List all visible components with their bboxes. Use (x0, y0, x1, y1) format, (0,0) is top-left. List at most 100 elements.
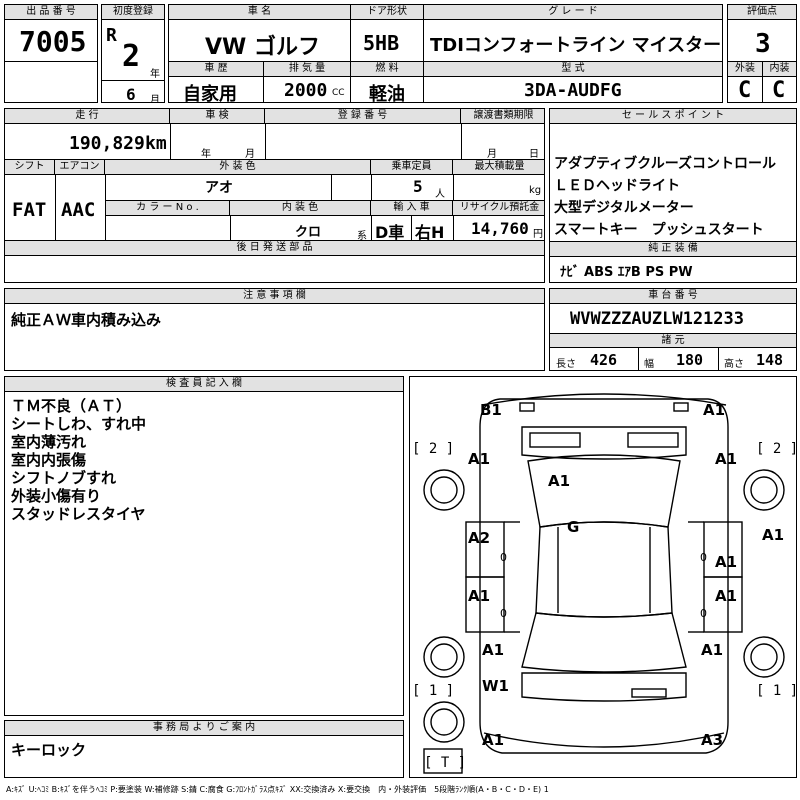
registration-month: 6 (126, 85, 136, 103)
chassis-box: 車 台 番 号 WVWZZZAUZLW121233 諸 元 長さ 426 幅 1… (549, 288, 797, 371)
mark-front-bumper-left: B1 (480, 401, 502, 419)
import-label: 輸 入 車 (371, 201, 453, 216)
year-unit: 年 (150, 69, 160, 80)
score: 3 (755, 29, 771, 59)
lot-number: 7005 (19, 25, 87, 58)
model-label: 型 式 (424, 62, 722, 77)
chassis-label: 車 台 番 号 (550, 289, 796, 304)
month-unit: 月 (150, 95, 160, 103)
transfer-day-unit: 日 (529, 149, 539, 160)
ac-label: エアコン (55, 160, 105, 175)
spare-tire-label: [ T ] (424, 755, 467, 771)
door-type: 5HB (363, 31, 400, 55)
dimensions-label: 諸 元 (550, 334, 796, 348)
office-text: キーロック (11, 741, 87, 759)
caution-box: 注 意 事 項 欄 純正ＡＷ車内積み込み (4, 288, 545, 371)
history-box: 車 歴 自家用 (168, 61, 264, 103)
grade-box: グ レ ー ド TDIコンフォートライン マイスター (423, 4, 723, 62)
damage-legend: A:ｷｽﾞ U:ﾍｺﾐ B:ｷｽﾞを伴うﾍｺﾐ P:要塗装 W:補修跡 S:錆 … (6, 785, 549, 794)
mileage-unit: km (145, 133, 167, 154)
max-load-unit: kg (529, 185, 542, 196)
mark-rear-door-right: A1 (715, 587, 738, 605)
displacement-box: 排 気 量 2000 CC (263, 61, 351, 103)
inspector-notes-label: 検 査 員 記 入 欄 (5, 377, 403, 392)
door-box: ドア形状 5HB (350, 4, 424, 62)
recycle-fee: 14,760 (471, 219, 529, 238)
score-box: 評価点 3 (727, 4, 797, 62)
mark-front-fender-left: A1 (468, 450, 491, 468)
mark-rear-bumper-left: A1 (482, 731, 505, 749)
sales-point-3: 大型デジタルメーター (554, 200, 694, 216)
score-label: 評価点 (728, 5, 796, 20)
length: 426 (590, 351, 618, 369)
grade-label: グ レ ー ド (424, 5, 722, 20)
mark-front-door-right: A1 (715, 553, 738, 571)
capacity: 5 (413, 177, 423, 196)
recycle-label: リサイクル預託金 (453, 201, 544, 216)
mark-hood: A1 (548, 472, 571, 490)
model: 3DA-AUDFG (524, 80, 622, 101)
mark-windshield: G (567, 518, 580, 536)
damage-diagram-box: [ 2 ] [ 2 ] [ 1 ] [ 1 ] [ T ] B1 A1 A1 A… (409, 376, 797, 778)
interior-color-label: 内 装 色 (230, 201, 371, 216)
era: R (106, 25, 117, 46)
spec-block: 走 行 車 検 登 録 番 号 譲渡書類期限 190,829 km 年 月 月 … (4, 108, 545, 283)
lot-blank-box (4, 61, 98, 103)
mark-pillar-right: A1 (762, 526, 785, 544)
shift: FAT (12, 199, 47, 221)
exterior-grade: C (738, 78, 752, 103)
registration-year: 2 (122, 39, 141, 74)
mark-rear-fender-right: A1 (701, 641, 724, 659)
displacement: 2000 (284, 80, 328, 101)
sales-point-box: セ ー ル ス ポ イ ン ト アダプティブクルーズコントロール ＬＥＤヘッドラ… (549, 108, 797, 283)
fuel: 軽油 (369, 84, 405, 103)
fuel-box: 燃 料 軽油 (350, 61, 424, 103)
zero-mark-right-rear: 0 (700, 607, 707, 620)
mark-rear-wheel-left: W1 (482, 677, 509, 695)
mileage-label: 走 行 (5, 109, 170, 124)
first-registration-label: 初度登録 (102, 5, 164, 20)
model-box: 型 式 3DA-AUDFG (423, 61, 723, 103)
width-label: 幅 (644, 359, 654, 370)
door-label: ドア形状 (351, 5, 423, 20)
inspector-note-7: スタッドレスタイヤ (11, 505, 146, 523)
tire-rear-left-label: [ 1 ] (412, 683, 455, 699)
sales-point-1: アダプティブクルーズコントロール (554, 156, 777, 172)
displacement-label: 排 気 量 (264, 62, 350, 77)
car-outline-diagram (423, 393, 785, 774)
exterior-color: アオ (205, 180, 233, 196)
chassis-number: WVWZZZAUZLW121233 (570, 309, 744, 329)
length-label: 長さ (556, 359, 576, 370)
exterior-grade-box: 外装 C (727, 61, 763, 103)
plate-label: 登 録 番 号 (265, 109, 461, 124)
inspection-label: 車 検 (170, 109, 265, 124)
height-label: 高さ (724, 359, 744, 370)
transfer-month-unit: 月 (487, 149, 497, 160)
mark-rear-bumper-right: A3 (701, 731, 724, 749)
mark-front-fender-right: A1 (715, 450, 738, 468)
exterior-label: 外装 (728, 62, 762, 77)
history-label: 車 歴 (169, 62, 263, 77)
later-parts-label: 後 日 発 送 部 品 (5, 241, 544, 256)
zero-mark-left-front: 0 (500, 551, 507, 564)
height: 148 (756, 351, 784, 369)
tire-rear-right-label: [ 1 ] (756, 683, 797, 699)
inspection-month-unit: 月 (245, 149, 255, 160)
transfer-label: 譲渡書類期限 (461, 109, 544, 124)
recycle-unit: 円 (533, 229, 543, 240)
car-name: VW ゴルフ (205, 35, 320, 60)
mark-front-bumper-right: A1 (703, 401, 726, 419)
fuel-label: 燃 料 (351, 62, 423, 77)
caution-label: 注 意 事 項 欄 (5, 289, 544, 304)
lot-number-label: 出 品 番 号 (5, 5, 97, 20)
zero-mark-right-front: 0 (700, 551, 707, 564)
tire-front-right-label: [ 2 ] (756, 441, 797, 457)
color-no-label: カ ラ ー N o . (106, 201, 230, 216)
first-registration-box: 初度登録 R 2 年 6 月 (101, 4, 165, 103)
interior-grade: C (772, 78, 786, 103)
exterior-color-label: 外 装 色 (105, 160, 371, 175)
inspector-notes-box: 検 査 員 記 入 欄 ＴＭ不良（ＡＴ） シートしわ、すれ中 室内薄汚れ 室内内… (4, 376, 404, 716)
lot-number-box: 出 品 番 号 7005 (4, 4, 98, 62)
cc-unit: CC (332, 88, 345, 98)
standard-equipment: ﾅﾋﾞ ABS ｴｱB PS PW (560, 265, 693, 280)
